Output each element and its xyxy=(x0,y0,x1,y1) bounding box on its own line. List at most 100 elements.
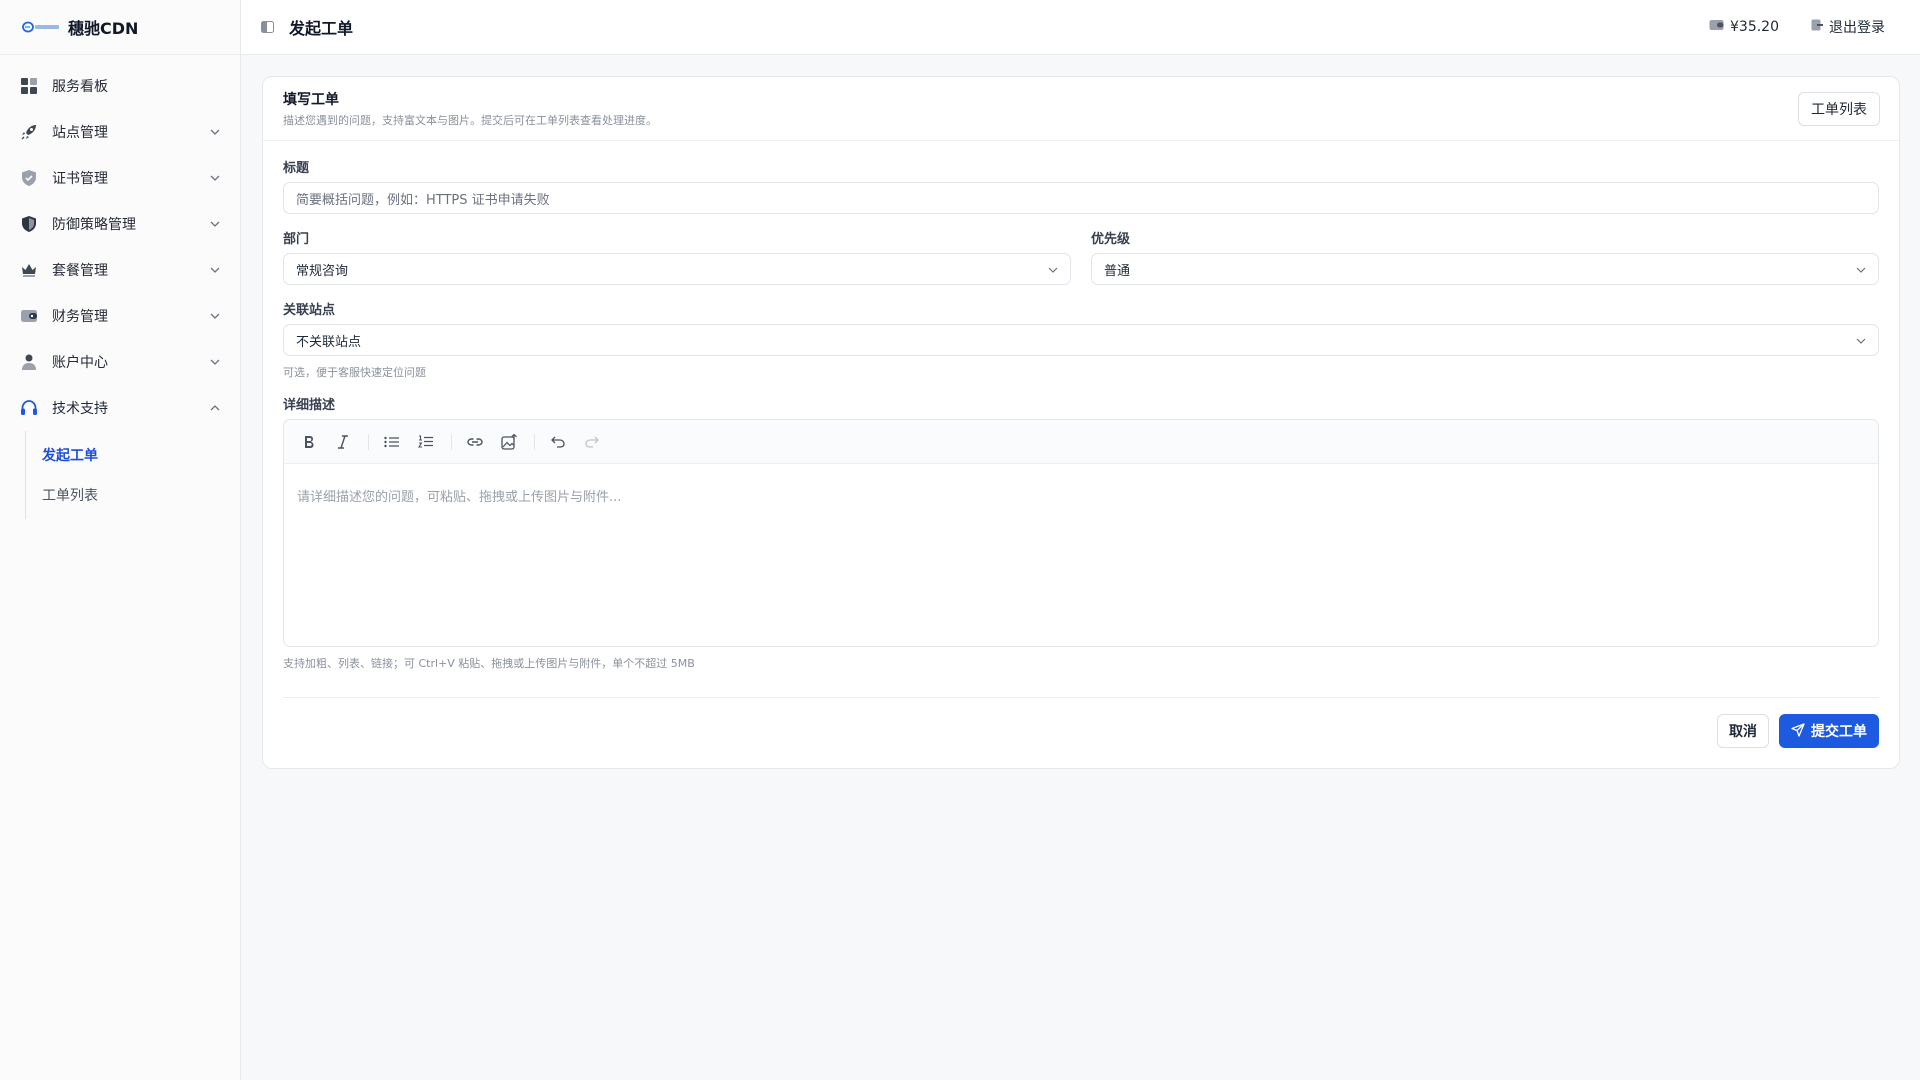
chevron-down-icon xyxy=(208,217,222,231)
brand[interactable]: 穗驰CDN xyxy=(0,0,240,55)
wallet-icon xyxy=(1709,19,1724,35)
card-description: 描述您遇到的问题，支持富文本与图片。提交后可在工单列表查看处理进度。 xyxy=(283,114,657,127)
undo-icon[interactable] xyxy=(545,429,571,455)
crown-icon xyxy=(19,260,39,280)
brand-name: 穗驰CDN xyxy=(68,19,139,38)
sidebar-item-label: 证书管理 xyxy=(52,171,108,187)
cancel-button[interactable]: 取消 xyxy=(1717,714,1769,748)
shield-half-icon xyxy=(19,214,39,234)
detail-field-group: 详细描述 请详细描述您的问题，可粘贴、拖拽或上传图片与附件... 支持加粗、列表… xyxy=(283,394,1879,671)
topbar-right: ¥35.20 退出登录 xyxy=(1709,17,1885,37)
sidebar-item-label: 技术支持 xyxy=(52,401,108,417)
ticket-list-button[interactable]: 工单列表 xyxy=(1798,91,1880,126)
rocket-icon xyxy=(19,122,39,142)
title-input[interactable]: 简要概括问题，例如：HTTPS 证书申请失败 xyxy=(283,182,1879,214)
main-area: 发起工单 ¥35.20 退出登录 填写工单 描述您遇到的问题，支持富文本与图片。… xyxy=(241,0,1920,1080)
form-divider xyxy=(283,697,1879,698)
sidebar-item-label: 站点管理 xyxy=(52,125,108,141)
submit-ticket-label: 提交工单 xyxy=(1811,723,1867,739)
title-label: 标题 xyxy=(283,161,310,176)
department-select[interactable]: 常规咨询 xyxy=(283,253,1071,285)
rich-text-editor: 请详细描述您的问题，可粘贴、拖拽或上传图片与附件... xyxy=(283,419,1879,647)
user-icon xyxy=(19,352,39,372)
sidebar-item-certificates[interactable]: 证书管理 xyxy=(0,155,240,201)
sidebar-toggle-icon[interactable] xyxy=(259,19,275,35)
detail-hint: 支持加粗、列表、链接；可 Ctrl+V 粘贴、拖拽或上传图片与附件，单个不超过 … xyxy=(283,657,695,670)
department-priority-row: 部门 常规咨询 优先级 普通 xyxy=(283,228,1879,285)
sidebar-item-plans[interactable]: 套餐管理 xyxy=(0,247,240,293)
app-root: 穗驰CDN 服务看板 站点管理 证书管理 防御策略管理 套餐管理 财务管理 账户… xyxy=(0,0,1920,1080)
dashboard-icon xyxy=(19,76,39,96)
card-body: 标题 简要概括问题，例如：HTTPS 证书申请失败 部门 常规咨询 优先级 普通… xyxy=(263,141,1899,768)
numbered-list-icon[interactable] xyxy=(413,429,439,455)
bold-icon[interactable] xyxy=(296,429,322,455)
content: 填写工单 描述您遇到的问题，支持富文本与图片。提交后可在工单列表查看处理进度。 … xyxy=(241,55,1920,769)
department-field-group: 部门 常规咨询 xyxy=(283,228,1071,285)
sidebar-item-support[interactable]: 技术支持 xyxy=(0,385,240,431)
logout-button[interactable]: 退出登录 xyxy=(1811,17,1885,37)
site-field-group: 关联站点 不关联站点 可选，便于客服快速定位问题 xyxy=(283,299,1879,380)
shield-check-icon xyxy=(19,168,39,188)
card-header-text: 填写工单 描述您遇到的问题，支持富文本与图片。提交后可在工单列表查看处理进度。 xyxy=(283,89,1798,128)
topbar: 发起工单 ¥35.20 退出登录 xyxy=(241,0,1920,55)
topbar-left: 发起工单 xyxy=(259,15,1709,39)
sidebar-item-label: 防御策略管理 xyxy=(52,217,136,233)
card-header: 填写工单 描述您遇到的问题，支持富文本与图片。提交后可在工单列表查看处理进度。 … xyxy=(263,77,1899,141)
site-select[interactable]: 不关联站点 xyxy=(283,324,1879,356)
send-icon xyxy=(1791,722,1805,740)
chevron-down-icon xyxy=(1856,262,1866,277)
logout-icon xyxy=(1811,19,1823,35)
sidebar-item-label: 财务管理 xyxy=(52,309,108,325)
sidebar-item-label: 服务看板 xyxy=(52,79,108,95)
bullet-list-icon[interactable] xyxy=(379,429,405,455)
sidebar-item-label: 账户中心 xyxy=(52,355,108,371)
headset-icon xyxy=(19,398,39,418)
image-upload-icon[interactable] xyxy=(496,429,522,455)
redo-icon[interactable] xyxy=(579,429,605,455)
submit-ticket-button[interactable]: 提交工单 xyxy=(1779,714,1879,748)
support-subnav: 发起工单 工单列表 xyxy=(25,431,240,519)
priority-select[interactable]: 普通 xyxy=(1091,253,1879,285)
page-title: 发起工单 xyxy=(289,19,354,38)
brand-logo-icon xyxy=(22,21,60,33)
toolbar-separator xyxy=(451,433,452,450)
logout-label: 退出登录 xyxy=(1829,20,1885,36)
sidebar: 穗驰CDN 服务看板 站点管理 证书管理 防御策略管理 套餐管理 财务管理 账户… xyxy=(0,0,241,1080)
sidebar-item-label: 套餐管理 xyxy=(52,263,108,279)
sidebar-subitem-ticket-list[interactable]: 工单列表 xyxy=(26,475,240,515)
ticket-form-card: 填写工单 描述您遇到的问题，支持富文本与图片。提交后可在工单列表查看处理进度。 … xyxy=(262,76,1900,769)
balance-display[interactable]: ¥35.20 xyxy=(1709,19,1779,35)
priority-value: 普通 xyxy=(1104,263,1131,279)
detail-label: 详细描述 xyxy=(283,398,336,413)
chevron-down-icon xyxy=(1856,333,1866,348)
sidebar-subitem-new-ticket[interactable]: 发起工单 xyxy=(26,435,240,475)
chevron-down-icon xyxy=(208,355,222,369)
chevron-down-icon xyxy=(208,171,222,185)
title-field-group: 标题 简要概括问题，例如：HTTPS 证书申请失败 xyxy=(283,157,1879,214)
department-value: 常规咨询 xyxy=(296,263,349,279)
site-label: 关联站点 xyxy=(283,303,336,318)
editor-toolbar xyxy=(284,420,1878,464)
sidebar-item-account[interactable]: 账户中心 xyxy=(0,339,240,385)
sidebar-item-dashboard[interactable]: 服务看板 xyxy=(0,63,240,109)
sidebar-item-finance[interactable]: 财务管理 xyxy=(0,293,240,339)
chevron-down-icon xyxy=(1048,262,1058,277)
site-hint: 可选，便于客服快速定位问题 xyxy=(283,366,426,379)
chevron-up-icon xyxy=(208,401,222,415)
link-icon[interactable] xyxy=(462,429,488,455)
wallet-icon xyxy=(19,306,39,326)
department-label: 部门 xyxy=(283,232,310,247)
sidebar-item-defense[interactable]: 防御策略管理 xyxy=(0,201,240,247)
toolbar-separator xyxy=(534,433,535,450)
card-title: 填写工单 xyxy=(283,92,339,108)
detail-editor-input[interactable]: 请详细描述您的问题，可粘贴、拖拽或上传图片与附件... xyxy=(284,464,1878,527)
form-actions: 取消 提交工单 xyxy=(283,714,1879,748)
balance-amount: ¥35.20 xyxy=(1730,19,1779,35)
priority-field-group: 优先级 普通 xyxy=(1091,228,1879,285)
sidebar-nav: 服务看板 站点管理 证书管理 防御策略管理 套餐管理 财务管理 账户中心 技术支… xyxy=(0,55,240,519)
sidebar-item-sites[interactable]: 站点管理 xyxy=(0,109,240,155)
chevron-down-icon xyxy=(208,125,222,139)
italic-icon[interactable] xyxy=(330,429,356,455)
site-value: 不关联站点 xyxy=(296,334,362,350)
toolbar-separator xyxy=(368,433,369,450)
